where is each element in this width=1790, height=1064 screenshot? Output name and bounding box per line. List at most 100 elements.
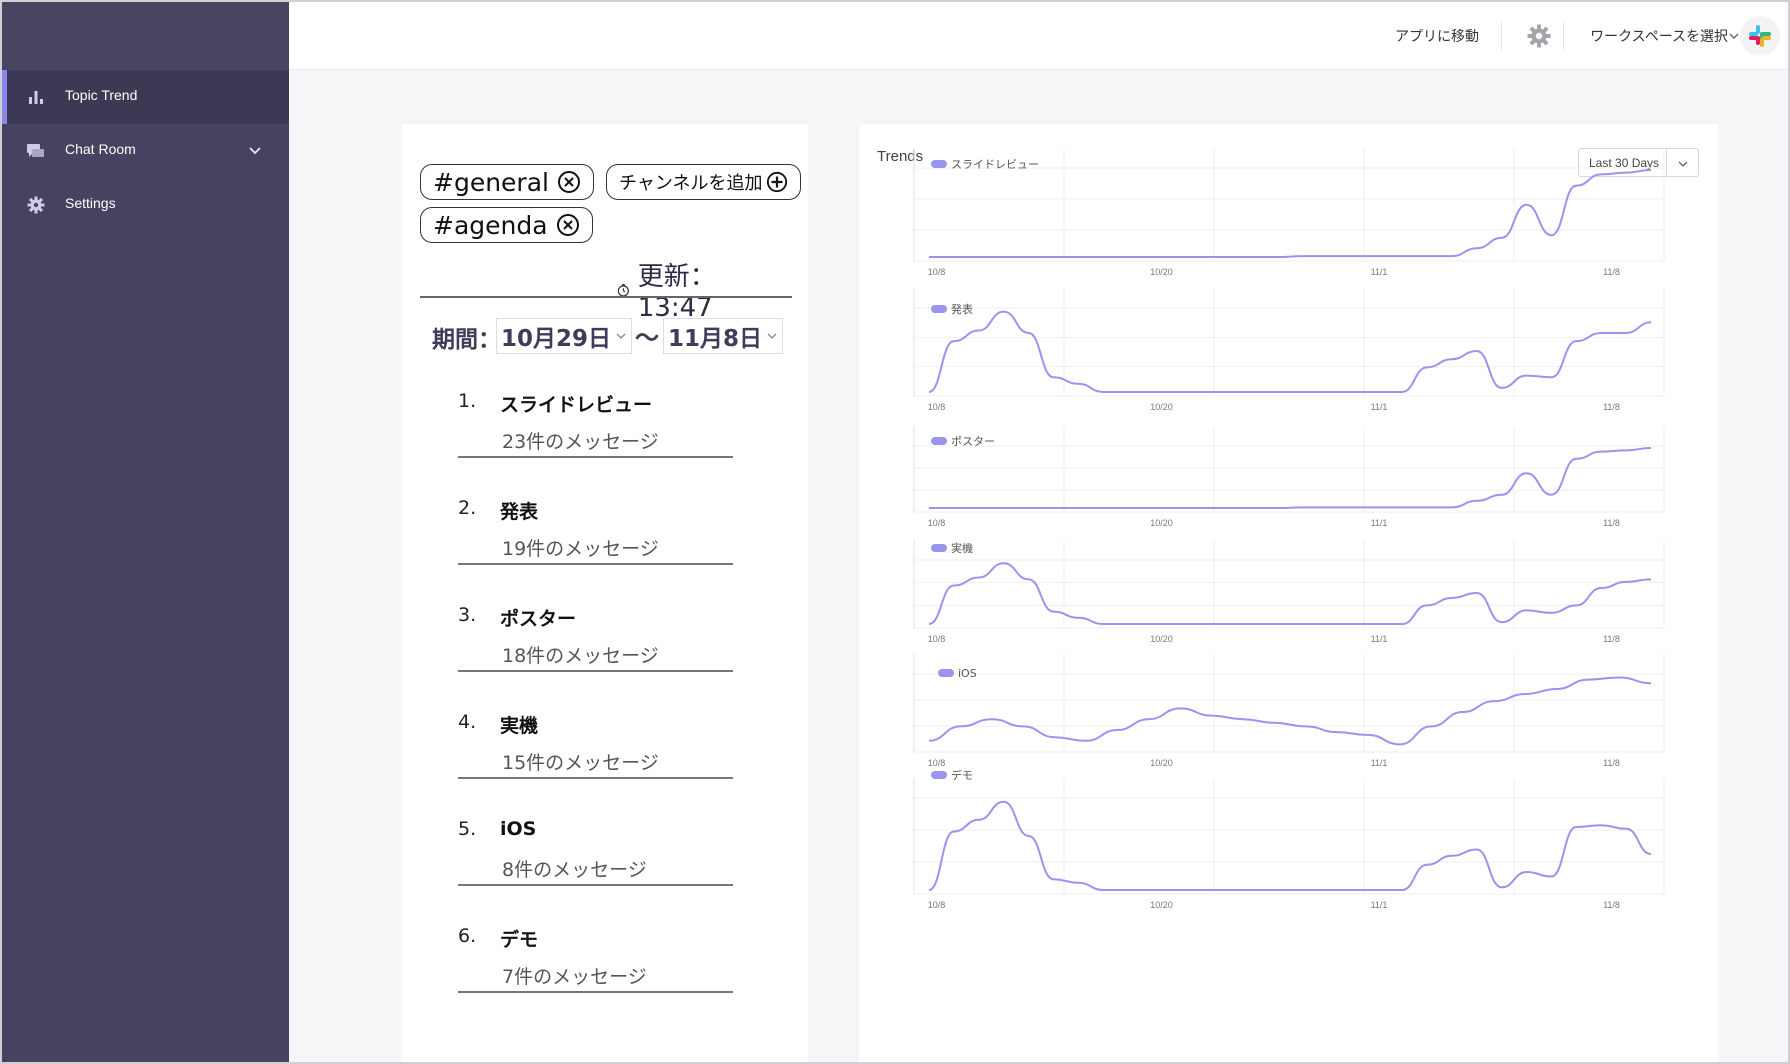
ranking-item[interactable]: 4. 実機 15件のメッセージ xyxy=(458,711,733,779)
legend-swatch xyxy=(938,669,954,677)
x-tick-label: 10/20 xyxy=(1150,402,1173,412)
divider xyxy=(1563,22,1564,50)
slack-logo-icon[interactable] xyxy=(1740,16,1780,56)
x-tick-label: 11/8 xyxy=(1603,402,1620,412)
ranking-item[interactable]: 6. デモ 7件のメッセージ xyxy=(458,925,733,993)
sidebar-item-label: Topic Trend xyxy=(65,87,138,103)
top-bar: アプリに移動 ワークスペースを選択 xyxy=(289,2,1788,70)
gear-icon[interactable] xyxy=(1526,23,1552,49)
trends-panel: Trends Last 30 Days スライドレビュー 10/8 10/20 11/… xyxy=(859,124,1718,1062)
topic-name: 実機 xyxy=(500,715,539,737)
series-line xyxy=(928,310,1652,393)
update-time: 更新：13:47 xyxy=(637,262,716,323)
x-tick-label: 10/20 xyxy=(1150,900,1173,910)
x-tick-label: 11/1 xyxy=(1371,900,1388,910)
chevron-down-icon xyxy=(616,333,626,339)
x-tick-label: 11/8 xyxy=(1603,518,1620,528)
divider xyxy=(420,296,792,298)
message-count: 23件のメッセージ xyxy=(502,431,659,453)
period-separator: 〜 xyxy=(635,324,659,352)
clock-icon xyxy=(617,283,629,297)
legend-label: 発表 xyxy=(951,302,973,316)
ranking-item[interactable]: 3. ポスター 18件のメッセージ xyxy=(458,604,733,672)
app-window: Topic Trend Chat Room Settings アプリに移動 ワー… xyxy=(0,0,1790,1064)
series-line xyxy=(928,562,1652,625)
trend-chart-1: スライドレビュー 10/8 10/20 11/1 11/8 xyxy=(913,148,1665,277)
period-from-select[interactable]: 10月29日 xyxy=(496,318,633,354)
trend-charts: スライドレビュー 10/8 10/20 11/1 11/8 発表 10/8 10/20 11/1… xyxy=(913,148,1665,910)
period-to-select[interactable]: 11月8日 xyxy=(663,318,784,354)
topic-name: スライドレビュー xyxy=(500,394,653,416)
sidebar: Topic Trend Chat Room Settings xyxy=(2,2,289,1062)
x-tick-label: 10/20 xyxy=(1150,634,1173,644)
period-label: 期間： xyxy=(432,327,501,353)
channel-chip-label: #general xyxy=(433,167,549,197)
last-update: 更新：13:47 xyxy=(617,256,777,323)
legend-swatch xyxy=(931,771,947,779)
message-count: 18件のメッセージ xyxy=(502,645,659,667)
channel-chip-label: #agenda xyxy=(433,210,548,240)
divider xyxy=(1501,22,1502,50)
sidebar-item-label: Settings xyxy=(65,195,116,211)
go-to-app-link[interactable]: アプリに移動 xyxy=(1395,26,1479,46)
sidebar-item-settings[interactable]: Settings xyxy=(2,178,289,232)
sidebar-item-topic-trend[interactable]: Topic Trend xyxy=(2,70,289,124)
bar-chart-icon xyxy=(29,91,43,104)
workspace-select[interactable]: ワークスペースを選択 xyxy=(1590,26,1728,46)
rank-number: 6. xyxy=(458,925,477,947)
channel-chip-agenda[interactable]: #agenda xyxy=(420,207,593,243)
chevron-down-icon xyxy=(767,333,777,339)
topic-name: 発表 xyxy=(500,501,539,523)
channel-chip-general[interactable]: #general xyxy=(420,164,594,200)
legend-label: スライドレビュー xyxy=(951,158,1039,171)
chat-icon xyxy=(27,144,44,157)
add-channel-button[interactable]: チャンネルを追加 xyxy=(606,164,802,200)
message-count: 15件のメッセージ xyxy=(502,752,659,774)
rank-number: 1. xyxy=(458,390,477,412)
ranking-item[interactable]: 2. 発表 19件のメッセージ xyxy=(458,497,733,565)
trend-chart-6: デモ 10/8 10/20 11/1 11/8 xyxy=(913,768,1665,910)
period-to-value: 11月8日 xyxy=(668,326,763,352)
x-tick-label: 10/20 xyxy=(1150,267,1173,277)
ranking-item[interactable]: 5. iOS 8件のメッセージ xyxy=(458,818,733,886)
x-tick-label: 11/8 xyxy=(1603,900,1620,910)
x-tick-label: 10/8 xyxy=(928,900,946,910)
trend-chart-2: 発表 10/8 10/20 11/1 11/8 xyxy=(913,288,1665,412)
chevron-down-icon[interactable] xyxy=(1728,30,1740,42)
series-line xyxy=(929,169,1652,258)
sidebar-header xyxy=(2,2,289,70)
rank-number: 3. xyxy=(458,604,477,626)
rank-number: 5. xyxy=(458,818,477,840)
message-count: 7件のメッセージ xyxy=(502,966,647,988)
add-channel-label: チャンネルを追加 xyxy=(619,173,763,194)
topic-name: デモ xyxy=(500,929,539,951)
legend-swatch xyxy=(931,305,947,313)
gear-icon xyxy=(27,196,45,214)
x-tick-label: 10/8 xyxy=(928,402,946,412)
trend-chart-5: iOS 10/8 10/20 11/1 11/8 xyxy=(913,654,1665,768)
x-tick-label: 10/20 xyxy=(1150,518,1173,528)
legend-label: ポスター xyxy=(951,435,995,448)
legend-label: デモ xyxy=(951,768,973,782)
x-tick-label: 10/8 xyxy=(928,518,946,528)
legend-swatch xyxy=(931,544,947,552)
remove-circle-icon[interactable] xyxy=(557,170,581,194)
x-tick-label: 10/8 xyxy=(928,758,946,768)
ranking-item[interactable]: 1. スライドレビュー 23件のメッセージ xyxy=(458,390,733,458)
legend-label: iOS xyxy=(958,667,977,680)
message-count: 19件のメッセージ xyxy=(502,538,659,560)
legend-swatch xyxy=(931,160,947,168)
x-tick-label: 11/8 xyxy=(1603,634,1620,644)
x-tick-label: 11/1 xyxy=(1371,402,1388,412)
period-from-value: 10月29日 xyxy=(501,326,612,352)
rank-number: 2. xyxy=(458,497,477,519)
series-line xyxy=(928,800,1652,891)
sidebar-item-chat-room[interactable]: Chat Room xyxy=(2,124,289,178)
sidebar-item-label: Chat Room xyxy=(65,141,136,157)
remove-circle-icon[interactable] xyxy=(556,213,580,237)
series-line xyxy=(928,447,1652,509)
x-tick-label: 11/8 xyxy=(1603,758,1620,768)
x-tick-label: 11/8 xyxy=(1603,267,1620,277)
x-tick-label: 10/8 xyxy=(928,634,946,644)
chevron-down-icon[interactable] xyxy=(247,142,263,158)
